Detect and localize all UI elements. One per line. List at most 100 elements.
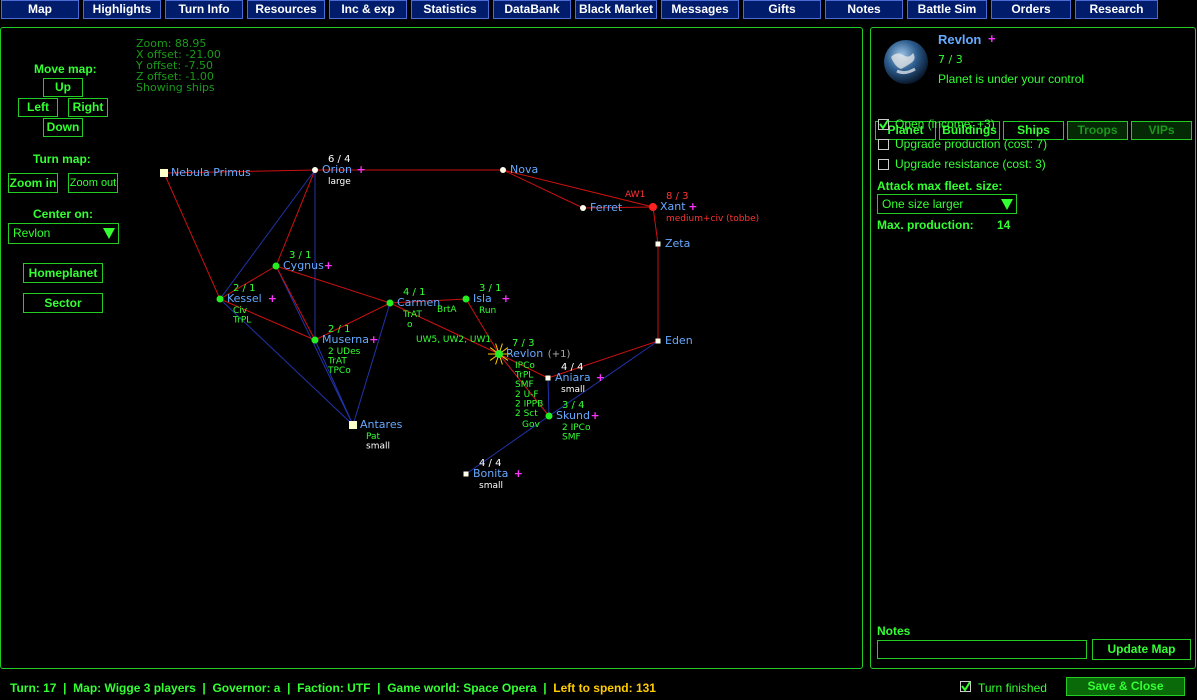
ship-label-revlon: UW5, UW2, UW1 (416, 335, 491, 345)
attack-size-select[interactable]: One size larger (877, 194, 1017, 214)
planet-tag-aniara: small (561, 385, 585, 395)
notes-label: Notes (877, 624, 911, 638)
star-marker-isla: + (501, 292, 510, 305)
fleet-strength-xant: 8 / 3 (666, 191, 688, 202)
attack-max-label: Attack max fleet. size: (877, 179, 1003, 193)
nav-turn-info[interactable]: Turn Info (165, 0, 243, 19)
planet-extra-revlon: (+1) (548, 349, 571, 360)
nav-databank[interactable]: DataBank (493, 0, 571, 19)
fleet-strength-bonita: 4 / 4 (479, 458, 501, 469)
planet-tag-revlon: 2 Sct (515, 409, 538, 419)
attack-size-value: One size larger (882, 197, 964, 211)
fleet-strength-skund: 3 / 4 (562, 400, 584, 411)
planet-tag-isla: Run (479, 306, 496, 316)
side-fleet: 7 / 3 (938, 53, 963, 66)
tab-vips[interactable]: VIPs (1131, 121, 1192, 140)
planet-marker-aniara (545, 375, 551, 381)
turn-finished-checkbox[interactable] (960, 681, 971, 692)
planet-tag-muserna: TrAT (327, 357, 347, 367)
checkmark-icon (879, 119, 889, 130)
update-map-button[interactable]: Update Map (1092, 639, 1191, 660)
checkmark-icon (961, 681, 971, 692)
nav-battle-sim[interactable]: Battle Sim (907, 0, 987, 19)
nav-highlights[interactable]: Highlights (83, 0, 161, 19)
governor-text: Governor: a (212, 681, 281, 695)
planet-tag-xant: medium+civ (tobbe) (666, 214, 759, 224)
planet-globe-icon (884, 40, 928, 84)
planet-marker-cygnus (272, 262, 280, 270)
nav-research[interactable]: Research (1075, 0, 1158, 19)
status-bar: Turn: 17 | Map: Wigge 3 players | Govern… (0, 676, 1197, 696)
star-marker-muserna: + (369, 333, 378, 346)
fleet-strength-aniara: 4 / 4 (561, 362, 583, 373)
planet-marker-eden (655, 338, 661, 344)
star-marker-bonita: + (514, 467, 523, 480)
planet-tag-muserna: 2 UDes (328, 347, 361, 357)
selected-planet-ray (499, 343, 503, 352)
planet-name-ferret: Ferret (590, 201, 623, 214)
planet-tag-kessel: TrPL (232, 316, 251, 326)
fleet-strength-orion: 6 / 4 (328, 154, 350, 165)
ship-marker-carmen: o (407, 320, 413, 330)
tab-troops[interactable]: Troops (1067, 121, 1128, 140)
planet-marker-orion (312, 167, 318, 173)
planet-tag-skund: 2 IPCo (562, 423, 591, 433)
ship-label-isla: BrtA (437, 305, 457, 315)
ship-label-skund: Gov (522, 420, 540, 430)
upgrade-production-checkbox[interactable] (878, 139, 889, 150)
planet-marker-bonita (463, 471, 469, 477)
trade-route-link (652, 206, 659, 245)
nav-orders[interactable]: Orders (991, 0, 1071, 19)
nav-gifts[interactable]: Gifts (743, 0, 821, 19)
ship-label-xant: AW1 (625, 190, 645, 200)
side-planet-name: Revlon (938, 32, 982, 47)
planet-marker-kessel (216, 295, 224, 303)
star-map[interactable]: Nebula Primus Orion +6 / 4largeNovaFerret X… (1, 28, 862, 668)
planet-name-eden: Eden (665, 334, 693, 347)
max-production-label: Max. production: (877, 218, 974, 232)
nav-inc-exp[interactable]: Inc & exp (329, 0, 407, 19)
open-checkbox[interactable] (878, 119, 889, 130)
fleet-strength-muserna: 2 / 1 (328, 324, 350, 335)
star-marker-skund: + (591, 409, 600, 422)
planet-marker-zeta (655, 241, 661, 247)
notes-input[interactable] (877, 640, 1087, 659)
top-nav: Map Highlights Turn Info Resources Inc &… (0, 0, 1197, 21)
selected-planet-ray (489, 355, 497, 361)
planet-marker-antares (349, 421, 357, 429)
trade-route-link (163, 172, 221, 300)
nav-black-market[interactable]: Black Market (575, 0, 657, 19)
planet-tag-skund: SMF (562, 433, 581, 443)
nav-resources[interactable]: Resources (247, 0, 325, 19)
star-marker-xant: + (688, 200, 697, 213)
planet-tag-revlon: 2 IPPB (515, 399, 543, 409)
planet-tag-revlon: 2 U-F (515, 390, 539, 400)
world-text: Game world: Space Opera (387, 681, 537, 695)
nav-statistics[interactable]: Statistics (411, 0, 489, 19)
faction-text: Faction: UTF (297, 681, 371, 695)
planet-tag-muserna: TPCo (327, 366, 351, 376)
planet-panel: Revlon + 7 / 3 Planet is under your cont… (870, 27, 1196, 669)
planet-marker-skund (545, 412, 553, 420)
planet-marker-isla (462, 295, 470, 303)
star-marker-kessel: + (268, 292, 277, 305)
planet-tag-antares: small (366, 442, 390, 452)
hyperspace-link (352, 302, 391, 426)
nav-messages[interactable]: Messages (661, 0, 739, 19)
planet-marker-muserna (311, 336, 319, 344)
planet-tag-antares: Pat (366, 432, 381, 442)
side-control-text: Planet is under your control (938, 72, 1085, 86)
map-panel[interactable]: Zoom: 88.95 X offset: -21.00 Y offset: -… (0, 27, 863, 669)
nav-notes[interactable]: Notes (825, 0, 903, 19)
planet-name-zeta: Zeta (665, 237, 690, 250)
planet-tag-orion: large (328, 177, 351, 187)
save-close-button[interactable]: Save & Close (1066, 677, 1185, 696)
nav-map[interactable]: Map (1, 0, 79, 19)
fleet-strength-revlon: 7 / 3 (512, 338, 534, 349)
planet-marker-nova (500, 167, 506, 173)
hyperspace-link (547, 377, 550, 417)
planet-name-nova: Nova (510, 163, 538, 176)
turn-finished-label: Turn finished (978, 681, 1047, 695)
upgrade-resistance-checkbox[interactable] (878, 159, 889, 170)
turn-status: Turn: 17 | Map: Wigge 3 players | Govern… (10, 681, 656, 695)
